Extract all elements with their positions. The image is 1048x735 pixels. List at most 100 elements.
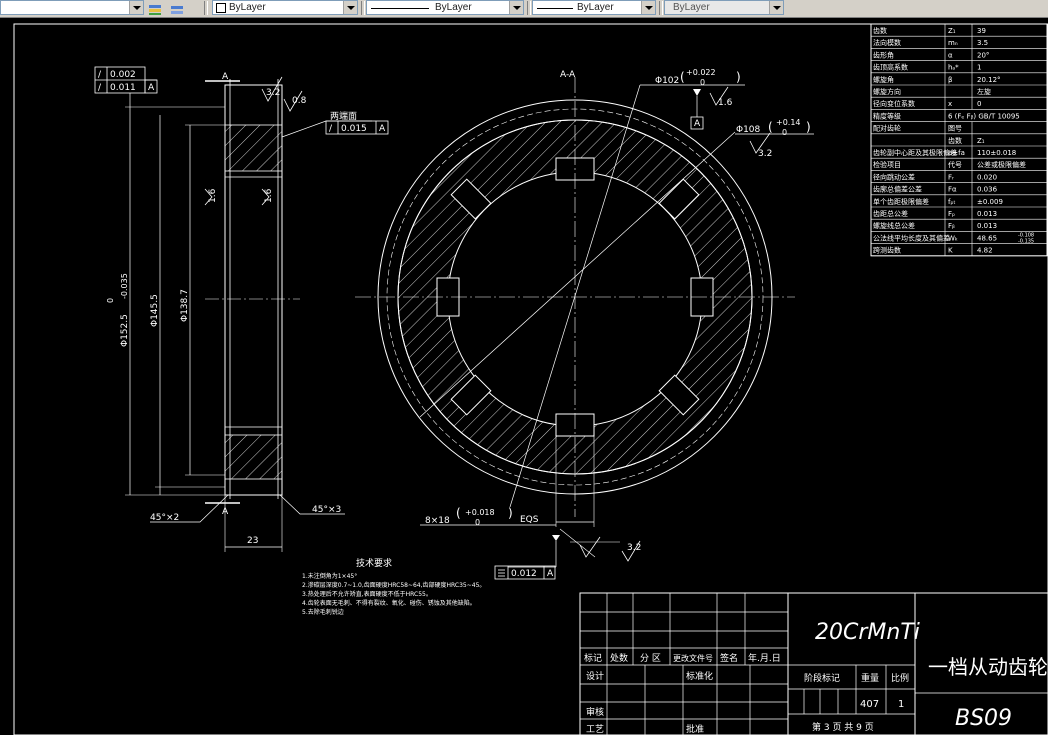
note-line: 1.未注倒角为1×45° [302, 572, 357, 580]
table-cell: x [948, 100, 952, 108]
note-line: 5.去除毛刺锐边 [302, 608, 344, 616]
chevron-down-icon[interactable] [641, 1, 655, 14]
rough-side1: 1.6 [208, 188, 218, 203]
table-cell: 检验项目 [873, 160, 901, 169]
table-cell: 螺旋方向 [873, 87, 901, 96]
title-block: 标记 处数 分 区 更改文件号 签名 年.月.日 设计 标准化 审核 工艺 批准… [579, 592, 1048, 735]
table-cell: 0.013 [977, 222, 997, 230]
dia-bore-tol-up: +0.022 [686, 68, 716, 77]
slots-tol-up: +0.018 [465, 508, 495, 517]
svg-text:/: / [329, 124, 333, 134]
tol-row2: 0.011 [110, 83, 136, 93]
chevron-down-icon[interactable] [343, 1, 357, 14]
row-approve: 批准 [686, 723, 704, 735]
linetype-combo[interactable]: ByLayer [366, 0, 524, 15]
table-cell: 公差或极限偏差 [977, 160, 1026, 169]
color-swatch [216, 3, 226, 13]
table-cell: 0.036 [977, 186, 998, 194]
dia-bore-tol-low: 0 [700, 78, 705, 87]
slots-tol-low: 0 [475, 518, 480, 527]
table-cell: 径向跳动公差 [873, 172, 915, 181]
hdr-sign: 签名 [720, 652, 738, 664]
svg-text:/: / [98, 83, 102, 93]
table-cell: 螺旋线总公差 [873, 221, 915, 230]
sheet-info: 第 3 页 共 9 页 [812, 721, 874, 733]
table-cell: 左旋 [977, 87, 991, 96]
dia-bore: Φ102 [655, 76, 679, 86]
row-design: 设计 [586, 670, 604, 682]
tol-row1: 0.002 [110, 70, 136, 80]
scale-value: 1 [898, 699, 904, 710]
table-cell: 齿数 [948, 136, 962, 145]
table-cell: 39 [977, 27, 986, 35]
section-title: A-A [560, 70, 576, 80]
chamfer-left: 45°×2 [150, 513, 179, 523]
plotstyle-combo[interactable]: ByLayer [664, 0, 784, 15]
chevron-down-icon[interactable] [509, 1, 523, 14]
table-cell: 图号 [948, 125, 962, 133]
face-note: 两端面 [330, 110, 357, 122]
table-cell: 齿距总公差 [873, 209, 908, 218]
table-cell: hₐ* [948, 64, 959, 72]
slots-label: 8×18 [425, 516, 450, 526]
dia-spline-tol-low: 0 [782, 128, 787, 137]
hdr-zone: 分 区 [640, 653, 661, 664]
table-cell: Z₁ [948, 27, 956, 35]
rough-top: 3.2 [266, 88, 280, 98]
previous-combo[interactable] [0, 0, 144, 15]
table-cell: Fᵦ [948, 222, 955, 230]
row-check: 审核 [586, 706, 604, 718]
weight-value: 407 [860, 699, 879, 710]
color-value: ByLayer [229, 2, 266, 13]
svg-text:(: ( [680, 70, 685, 84]
table-cell: Fₚ [948, 210, 955, 218]
svg-text:(: ( [768, 120, 773, 134]
table-cell: 齿形角 [873, 50, 894, 59]
hdr-date: 年.月.日 [748, 652, 781, 664]
layer-previous-icon[interactable] [170, 1, 184, 14]
table-cell: K [948, 247, 953, 255]
chevron-down-icon[interactable] [129, 1, 143, 14]
table-cell: Z₁ [977, 137, 985, 145]
table-cell: 20.12° [977, 76, 1001, 84]
note-line: 4.齿轮表面无毛刺、不得有裂纹、氧化、碰伤、锈蚀及其他缺陷。 [302, 599, 476, 607]
tol-datum: A [148, 83, 155, 93]
row-process: 工艺 [586, 724, 604, 735]
svg-text:(: ( [456, 506, 461, 520]
face-tol: 0.015 [341, 124, 367, 134]
hatch-top [224, 124, 283, 172]
color-combo[interactable]: ByLayer [212, 0, 358, 15]
table-cell: Wₖ [948, 234, 958, 242]
chamfer-right: 45°×3 [312, 505, 341, 515]
hdr-count: 处数 [610, 652, 628, 664]
drawing-canvas[interactable]: / / 0.002 0.011 A A A 3.2 0.8 两端面 / 0.01… [0, 17, 1048, 735]
table-cell: 0 [977, 100, 981, 108]
wk-tol-low: -0.135 [1018, 238, 1034, 244]
dia-spline-tol-up: +0.14 [776, 118, 801, 127]
hdr-docno: 更改文件号 [673, 653, 713, 663]
dia-inner: Φ138.7 [180, 289, 190, 322]
toolbar-separator [527, 1, 531, 15]
layer-states-icon[interactable] [148, 1, 162, 15]
dia-mid: Φ145.5 [150, 294, 160, 327]
sym-datum: A [547, 569, 554, 579]
svg-text:): ) [508, 506, 513, 520]
weight-label: 重量 [861, 672, 879, 684]
toolbar-separator [659, 1, 663, 15]
table-cell: 6 (Fₑ Fᵦ) GB/T 10095 [948, 112, 1020, 120]
width-dim: 23 [247, 536, 258, 546]
lineweight-value: ByLayer [577, 2, 614, 13]
face-datum: A [379, 124, 386, 134]
svg-text:/: / [98, 70, 102, 80]
notes-title: 技术要求 [356, 557, 392, 569]
table-cell: 精度等级 [873, 111, 901, 120]
dia-outer-tol-low: -0.035 [120, 273, 129, 299]
table-cell: 0.020 [977, 173, 997, 181]
table-cell: β [948, 76, 952, 84]
chevron-down-icon[interactable] [769, 1, 783, 14]
scale-label: 比例 [891, 672, 909, 684]
sym-tol: 0.012 [511, 569, 537, 579]
lineweight-combo[interactable]: ByLayer [532, 0, 656, 15]
table-cell: α [948, 51, 953, 59]
svg-text:): ) [736, 70, 741, 84]
